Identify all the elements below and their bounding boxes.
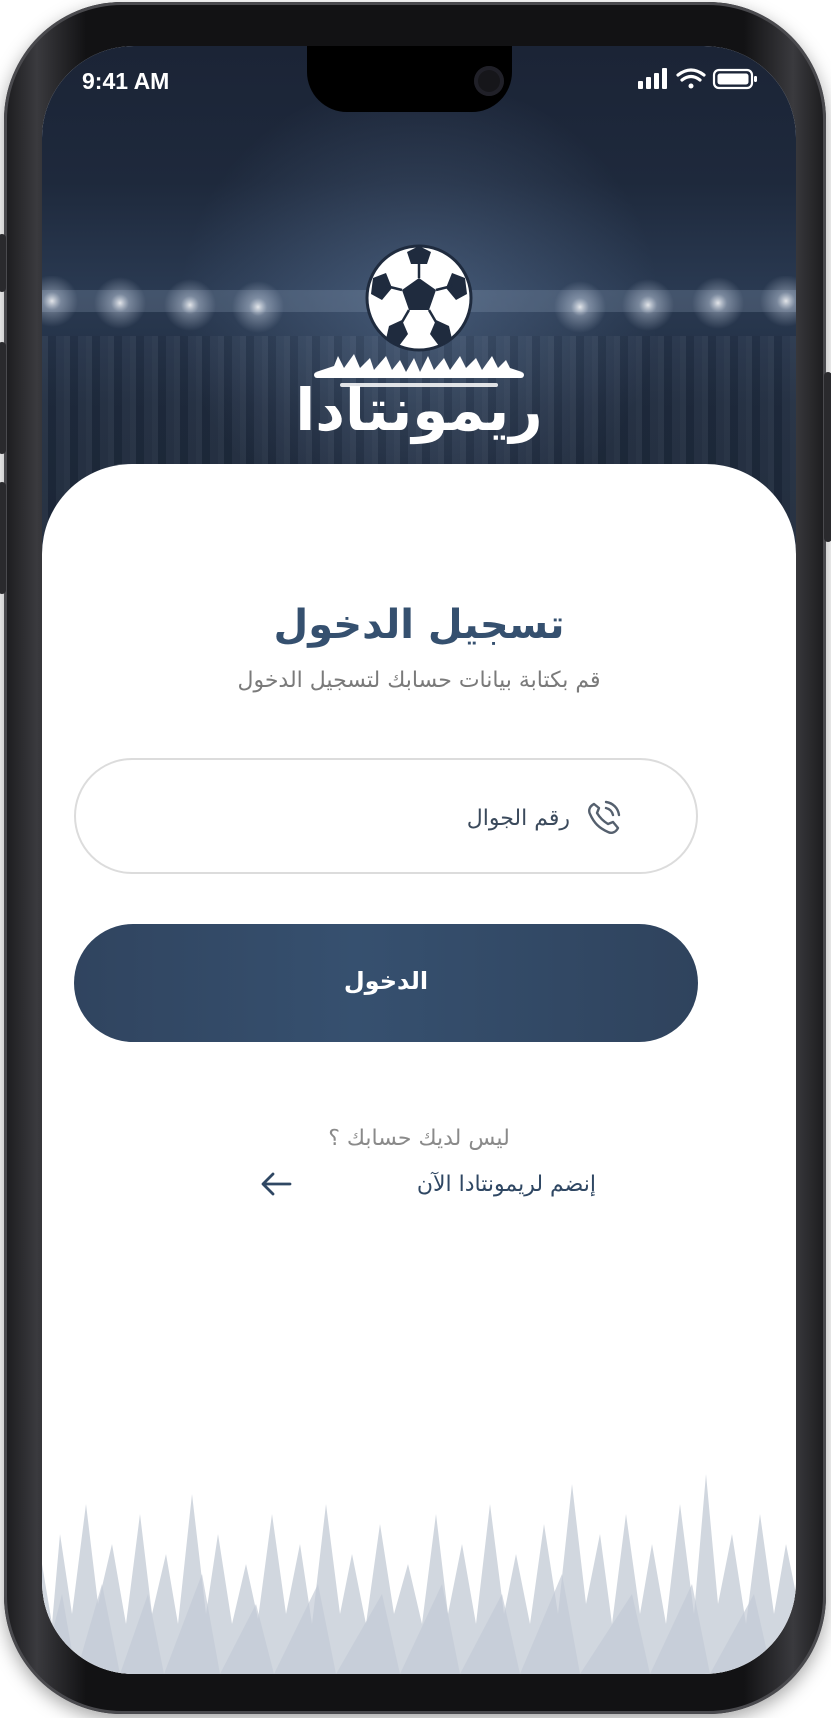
no-account-text: ليس لديك حسابك ؟ bbox=[328, 1126, 510, 1151]
login-card: تسجيل الدخول قم بكتابة بيانات حسابك لتسج… bbox=[42, 464, 796, 1674]
phone-frame: 9:41 AM ريمونتادا تسجيل الدخول قم بكتابة… bbox=[0, 2, 831, 1714]
grass-decoration bbox=[42, 1474, 796, 1674]
status-time: 9:41 AM bbox=[82, 68, 170, 94]
battery-icon bbox=[712, 68, 757, 90]
phone-icon bbox=[588, 800, 621, 834]
app-screen: 9:41 AM ريمونتادا تسجيل الدخول قم بكتابة… bbox=[42, 46, 796, 1674]
page-title: تسجيل الدخول bbox=[273, 602, 565, 648]
phone-input-placeholder: رقم الجوال bbox=[466, 806, 570, 831]
page-subtitle: قم بكتابة بيانات حسابك لتسجيل الدخول bbox=[237, 668, 601, 693]
phone-number-input[interactable]: رقم الجوال bbox=[74, 758, 698, 874]
wifi-icon bbox=[676, 68, 706, 89]
side-button-power bbox=[824, 372, 831, 542]
login-button[interactable]: الدخول bbox=[74, 924, 698, 1042]
arrow-left-icon bbox=[261, 1172, 292, 1196]
join-link-label: إنضم لريمونتادا الآن bbox=[416, 1172, 596, 1197]
status-icons bbox=[638, 68, 757, 90]
side-button-silent bbox=[0, 234, 6, 292]
side-button-volume-down bbox=[0, 482, 6, 594]
front-camera bbox=[474, 66, 504, 96]
side-button-volume-up bbox=[0, 342, 6, 454]
signal-icon bbox=[638, 68, 667, 89]
join-now-link[interactable]: إنضم لريمونتادا الآن bbox=[242, 1164, 596, 1204]
login-button-label: الدخول bbox=[343, 967, 429, 995]
brand-logo-text: ريمونتادا bbox=[295, 376, 543, 444]
